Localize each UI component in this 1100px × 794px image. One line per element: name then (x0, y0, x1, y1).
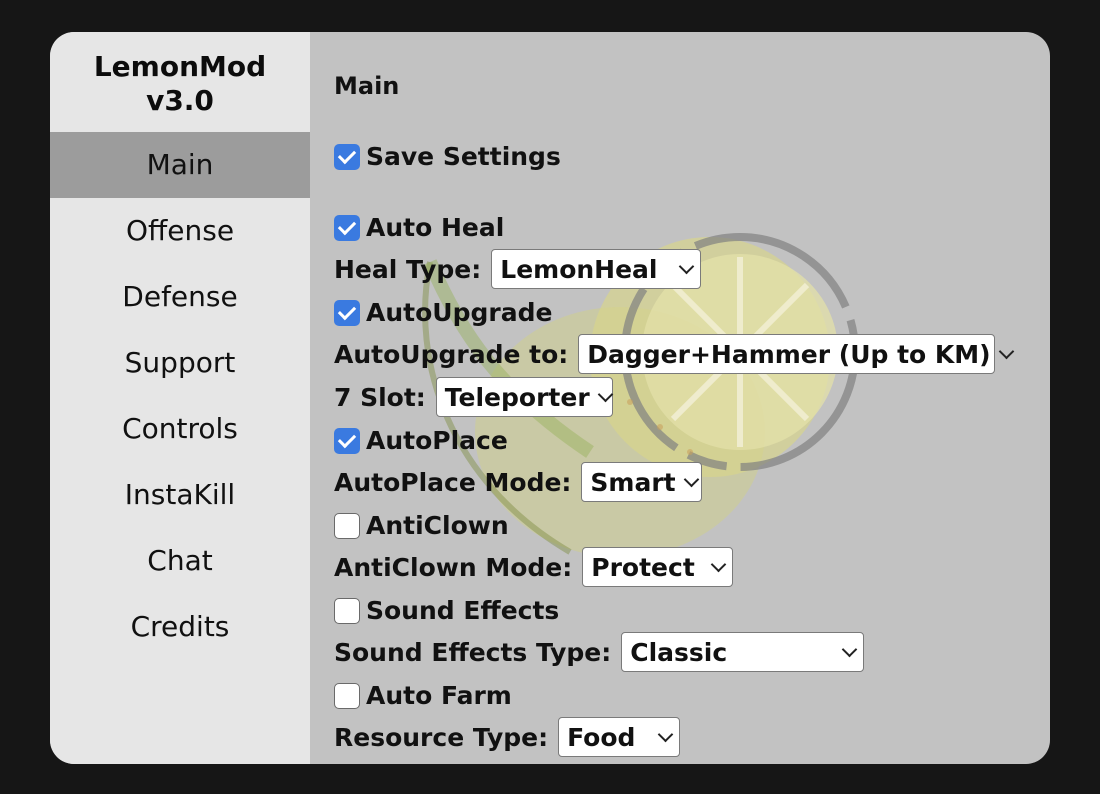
nav-item-support[interactable]: Support (50, 330, 310, 396)
sound-effects-row: Sound Effects (334, 596, 559, 625)
sidebar: LemonMod v3.0 Main Offense Defense Suppo… (50, 32, 310, 764)
chevron-down-icon (678, 258, 695, 274)
heal-type-row: Heal Type: LemonHeal (334, 249, 702, 289)
resource-type-row: Resource Type: Food (334, 717, 681, 757)
auto-upgrade-to-value: Dagger+Hammer (Up to KM) (587, 339, 991, 369)
auto-upgrade-row: AutoUpgrade (334, 298, 552, 327)
chevron-down-icon (597, 386, 613, 402)
auto-upgrade-checkbox[interactable] (334, 299, 360, 326)
sound-effects-type-label: Sound Effects Type: (334, 637, 612, 667)
anti-clown-mode-select[interactable]: Protect (582, 547, 734, 587)
auto-upgrade-to-label: AutoUpgrade to: (334, 339, 569, 369)
save-settings-row: Save Settings (334, 142, 561, 171)
slot7-label: 7 Slot: (334, 382, 426, 412)
chevron-down-icon (710, 556, 727, 572)
save-settings-checkbox[interactable] (334, 143, 360, 170)
auto-place-mode-value: Smart (590, 467, 676, 497)
app-version: v3.0 (146, 84, 214, 117)
auto-place-mode-label: AutoPlace Mode: (334, 467, 572, 497)
anti-clown-row: AntiClown (334, 511, 509, 540)
heal-type-select[interactable]: LemonHeal (491, 249, 702, 289)
nav-item-chat[interactable]: Chat (50, 528, 310, 594)
heal-type-value: LemonHeal (500, 254, 658, 284)
auto-heal-row: Auto Heal (334, 213, 504, 242)
anti-clown-label: AntiClown (366, 511, 509, 540)
app-name: LemonMod (93, 50, 267, 83)
chevron-down-icon (683, 471, 699, 487)
anti-clown-checkbox[interactable] (334, 512, 360, 539)
slot7-value: Teleporter (444, 382, 590, 412)
sound-effects-type-select[interactable]: Classic (621, 632, 865, 672)
auto-farm-label: Auto Farm (366, 681, 512, 710)
brand-title: LemonMod v3.0 (50, 50, 310, 118)
sound-effects-type-value: Classic (630, 637, 728, 667)
auto-upgrade-to-row: AutoUpgrade to: Dagger+Hammer (Up to KM) (334, 334, 1014, 374)
chevron-down-icon (841, 641, 858, 657)
auto-heal-label: Auto Heal (366, 213, 505, 242)
heal-type-label: Heal Type: (334, 254, 482, 284)
slot7-select[interactable]: Teleporter (435, 377, 613, 417)
anti-clown-mode-row: AntiClown Mode: Protect (334, 547, 734, 587)
auto-place-mode-select[interactable]: Smart (581, 462, 703, 502)
resource-type-label: Resource Type: (334, 722, 549, 752)
save-settings-label: Save Settings (366, 142, 561, 171)
auto-upgrade-to-select[interactable]: Dagger+Hammer (Up to KM) (578, 334, 1014, 374)
nav-item-instakill[interactable]: InstaKill (50, 462, 310, 528)
sound-effects-label: Sound Effects (366, 596, 560, 625)
auto-place-checkbox[interactable] (334, 427, 360, 454)
anti-clown-mode-label: AntiClown Mode: (334, 552, 573, 582)
nav-item-main[interactable]: Main (50, 132, 310, 198)
anti-clown-mode-value: Protect (591, 552, 695, 582)
lemonmod-panel: LemonMod v3.0 Main Offense Defense Suppo… (50, 32, 1050, 764)
auto-place-label: AutoPlace (366, 426, 508, 455)
auto-farm-checkbox[interactable] (334, 682, 360, 709)
auto-place-mode-row: AutoPlace Mode: Smart (334, 462, 703, 502)
slot7-row: 7 Slot: Teleporter (334, 377, 613, 417)
main-content: Main Save Settings Auto Heal Heal Type: … (310, 32, 1050, 764)
nav-item-defense[interactable]: Defense (50, 264, 310, 330)
chevron-down-icon (998, 343, 1014, 359)
auto-place-row: AutoPlace (334, 426, 508, 455)
section-title: Main (334, 72, 400, 100)
chevron-down-icon (657, 726, 674, 742)
nav-item-offense[interactable]: Offense (50, 198, 310, 264)
auto-farm-row: Auto Farm (334, 681, 512, 710)
resource-type-select[interactable]: Food (558, 717, 681, 757)
nav-item-controls[interactable]: Controls (50, 396, 310, 462)
resource-type-value: Food (567, 722, 636, 752)
nav-item-credits[interactable]: Credits (50, 594, 310, 660)
auto-upgrade-label: AutoUpgrade (366, 298, 553, 327)
sound-effects-checkbox[interactable] (334, 597, 360, 624)
auto-heal-checkbox[interactable] (334, 214, 360, 241)
sound-effects-type-row: Sound Effects Type: Classic (334, 632, 865, 672)
